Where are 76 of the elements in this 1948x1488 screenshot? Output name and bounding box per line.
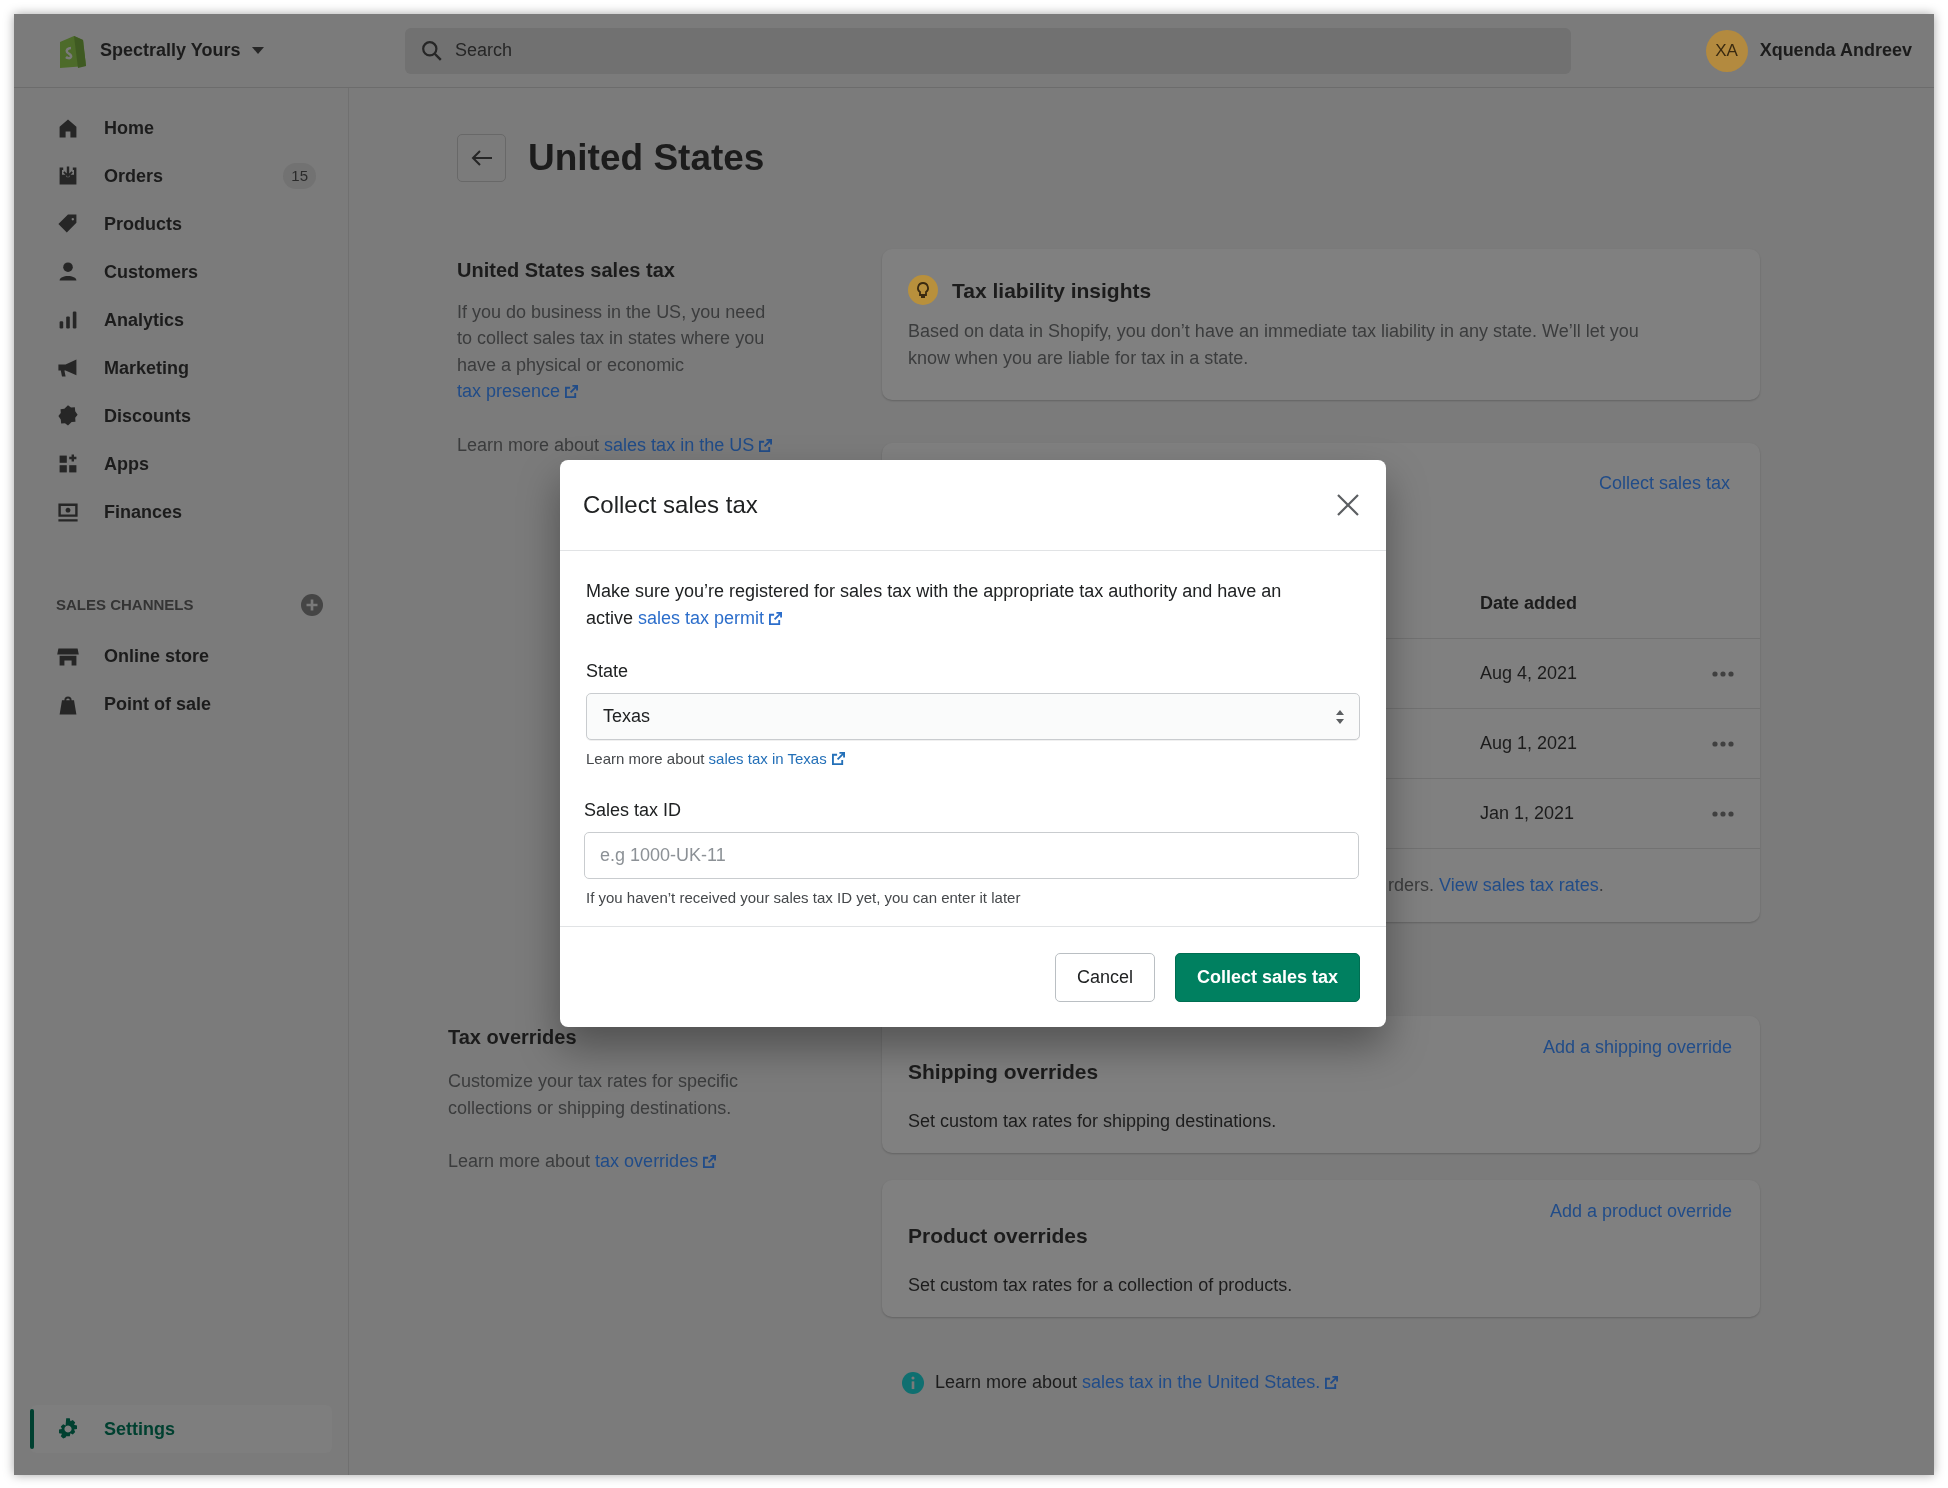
nav-item[interactable]: Apps	[30, 440, 332, 488]
section-heading: Tax overrides	[448, 1025, 578, 1050]
add-override-link[interactable]: Add a shipping override	[1542, 1034, 1732, 1061]
sales-tax-id-field[interactable]: e.g 1000-UK-11	[584, 831, 1359, 879]
nav-item[interactable]: Home	[30, 104, 332, 152]
primary-button[interactable]: Collect sales tax	[1174, 952, 1360, 1002]
field-label: State	[586, 660, 630, 683]
help-text: If you haven’t received your sales tax ID yet, you can enter it later	[586, 887, 1022, 908]
link[interactable]: sales tax in the US	[604, 434, 773, 455]
nav-item[interactable]: Online store	[30, 632, 332, 681]
external-link-icon	[1325, 1376, 1339, 1389]
avatar[interactable]: XA	[1705, 29, 1748, 72]
more-actions-icon[interactable]	[1712, 740, 1734, 747]
link[interactable]: tax presence	[457, 381, 579, 401]
card-body: Set custom tax rates for a collection of products.	[908, 1273, 1294, 1297]
link[interactable]: View sales tax rates	[1439, 875, 1599, 895]
card-body: Based on data in Shopify, you don’t have an immediate tax liability in any state. We’ll let you know when you are liable for tax in a state.	[908, 320, 1640, 370]
store-name[interactable]: Spectrally Yours	[100, 37, 241, 64]
card-footer-text: rders. View sales tax rates.	[1388, 874, 1604, 897]
external-link-icon	[769, 612, 783, 625]
count-badge: 15	[283, 162, 316, 190]
link[interactable]: tax overrides	[595, 1151, 717, 1171]
nav-item[interactable]: Customers	[30, 248, 332, 296]
modal-intro: Make sure you’re registered for sales tax with the appropriate tax authority and have an active sales tax permit	[586, 580, 1283, 630]
nav-item[interactable]: Discounts	[30, 392, 332, 440]
cancel-button[interactable]: Cancel	[1054, 952, 1155, 1002]
discount-icon	[56, 404, 80, 428]
state-select[interactable]: Texas	[586, 693, 1360, 740]
card-title: Shipping overrides	[908, 1059, 1100, 1085]
caret-icon[interactable]	[252, 46, 265, 55]
info-icon	[902, 1371, 924, 1394]
add-override-link[interactable]: Add a product override	[1549, 1198, 1732, 1225]
section-heading: SALES CHANNELS	[56, 595, 194, 615]
user-name[interactable]: Xquenda Andreev	[1759, 37, 1912, 64]
section-description: If you do business in the US, you need to collect sales tax in states where you have a physical or economic tax presence	[457, 300, 767, 403]
search-field[interactable]: Search	[405, 27, 1571, 74]
card-body: Set custom tax rates for shipping destinations.	[908, 1109, 1278, 1133]
nav-item[interactable]: Products	[30, 200, 332, 248]
nav-item[interactable]: Finances	[30, 488, 332, 536]
link[interactable]: sales tax in the United States.	[1082, 1372, 1339, 1392]
learn-more-text: Learn more about tax overrides	[448, 1148, 788, 1175]
gear-icon	[56, 1417, 80, 1441]
back-button[interactable]	[457, 133, 506, 182]
table-cell-text: Jan 1, 2021	[1480, 802, 1575, 825]
search-icon	[421, 39, 443, 62]
learn-more-text: Learn more about sales tax in the US	[457, 431, 797, 459]
modal-title: Collect sales tax	[583, 490, 758, 520]
column-header: Date added	[1480, 591, 1578, 615]
help-text: Learn more about sales tax in Texas	[586, 748, 1360, 771]
close-icon[interactable]	[1336, 493, 1360, 517]
external-link-icon	[831, 752, 845, 765]
card-title: Tax liability insights	[952, 277, 1152, 304]
nav-item[interactable]: Orders 15	[30, 152, 332, 200]
more-actions-icon[interactable]	[1712, 810, 1734, 817]
back-arrow-icon	[470, 148, 493, 167]
table-cell-text: Aug 4, 2021	[1480, 662, 1578, 685]
footer-note: Learn more about sales tax in the United States.	[935, 1369, 1339, 1396]
add-icon[interactable]	[301, 594, 323, 617]
link[interactable]: sales tax permit	[638, 608, 783, 628]
field-label: Sales tax ID	[584, 798, 683, 822]
nav-item[interactable]: Analytics	[30, 296, 332, 344]
collect-sales-tax-link[interactable]: Collect sales tax	[1598, 470, 1730, 497]
link[interactable]: sales tax in Texas	[708, 750, 845, 767]
nav-item[interactable]: Marketing	[30, 344, 332, 392]
section-description: Customize your tax rates for specific collections or shipping destinations.	[448, 1070, 740, 1120]
section-heading: United States sales tax	[457, 257, 676, 283]
nav-item[interactable]: Point of sale	[30, 680, 332, 729]
more-actions-icon[interactable]	[1712, 670, 1734, 677]
external-link-icon	[759, 438, 773, 452]
table-cell-text: Aug 1, 2021	[1480, 732, 1578, 755]
lightbulb-icon	[908, 275, 938, 306]
sort-arrows-icon	[1335, 708, 1345, 725]
card-title: Product overrides	[908, 1223, 1089, 1249]
external-link-icon	[565, 385, 579, 398]
external-link-icon	[703, 1155, 717, 1168]
page-title: United States	[528, 136, 765, 180]
